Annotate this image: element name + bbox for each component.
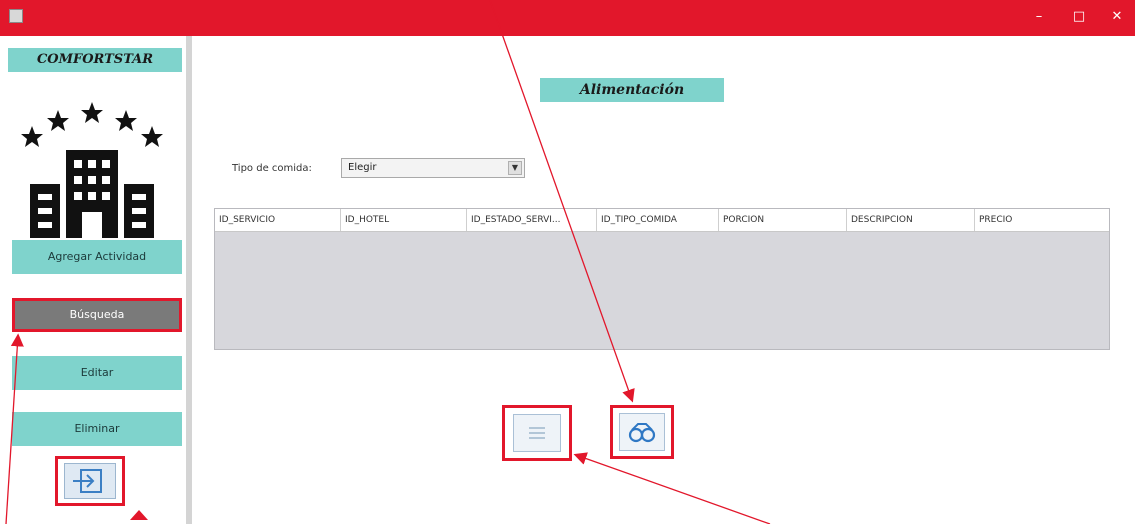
services-table[interactable]: ID_SERVICIO ID_HOTEL ID_ESTADO_SERVI... … [214, 208, 1110, 350]
table-header: ID_SERVICIO ID_HOTEL ID_ESTADO_SERVI... … [215, 209, 1109, 232]
exit-icon [73, 469, 102, 493]
chevron-down-icon[interactable]: ▼ [508, 161, 522, 175]
column-header[interactable]: ID_SERVICIO [215, 209, 341, 231]
food-type-label: Tipo de comida: [232, 163, 312, 174]
list-icon [529, 427, 545, 439]
page-title: Alimentación [540, 78, 724, 102]
column-header[interactable]: ID_HOTEL [341, 209, 467, 231]
column-header[interactable]: PRECIO [975, 209, 1109, 231]
brand-label: COMFORTSTAR [8, 48, 182, 72]
close-button[interactable]: ✕ [1108, 8, 1126, 26]
app-icon [9, 9, 23, 23]
exit-button[interactable] [55, 456, 125, 506]
food-type-select[interactable]: Elegir ▼ [341, 158, 525, 178]
delete-button[interactable]: Eliminar [12, 412, 182, 446]
search-nav-button[interactable]: Búsqueda [12, 298, 182, 332]
add-activity-button[interactable]: Agregar Actividad [12, 240, 182, 274]
title-bar: – □ ✕ [0, 0, 1135, 36]
column-header[interactable]: ID_ESTADO_SERVI... [467, 209, 597, 231]
minimize-button[interactable]: – [1030, 8, 1048, 26]
list-button[interactable] [502, 405, 572, 461]
column-header[interactable]: PORCION [719, 209, 847, 231]
search-button[interactable] [610, 405, 674, 459]
edit-button[interactable]: Editar [12, 356, 182, 390]
hotel-logo-icon [21, 102, 163, 238]
column-header[interactable]: DESCRIPCION [847, 209, 975, 231]
food-type-value: Elegir [348, 162, 377, 173]
binoculars-icon [628, 423, 656, 443]
column-header[interactable]: ID_TIPO_COMIDA [597, 209, 719, 231]
sidebar: COMFORTSTAR Agregar Actividad Búsqueda E… [0, 36, 192, 524]
maximize-button[interactable]: □ [1070, 8, 1088, 26]
